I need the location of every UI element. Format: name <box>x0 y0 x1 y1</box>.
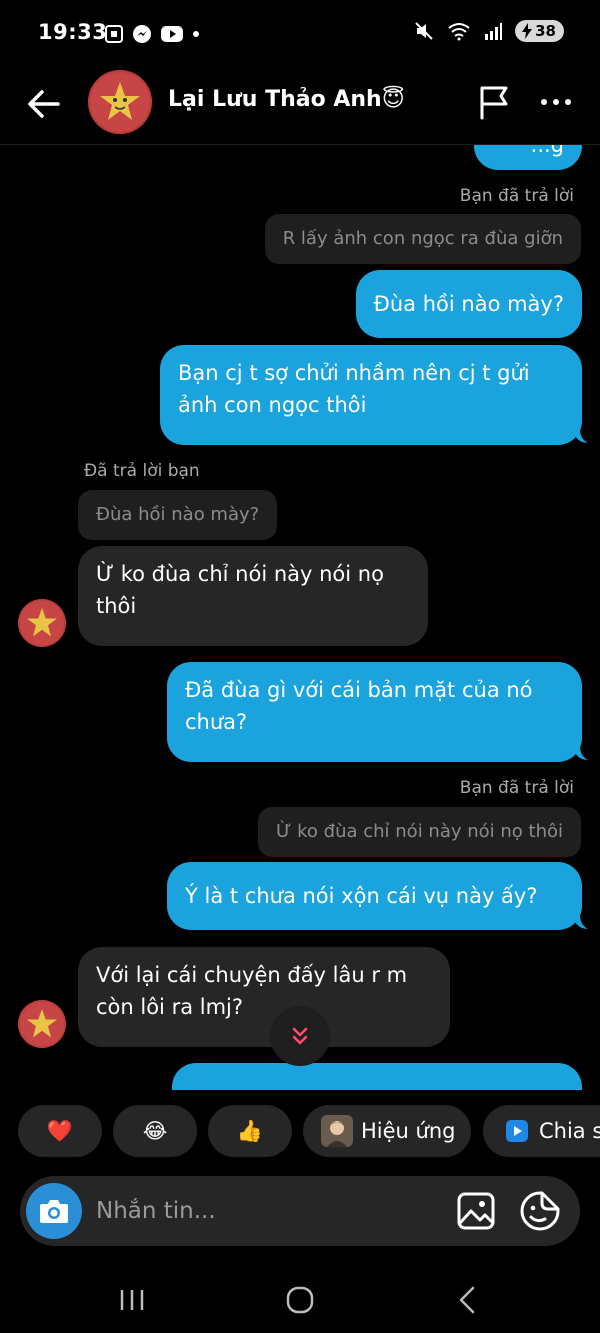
share-play-icon <box>506 1120 528 1142</box>
message-text: chưa? <box>185 710 248 734</box>
avatar-image <box>18 1000 66 1048</box>
outgoing-message-partial[interactable] <box>172 1063 582 1090</box>
youtube-icon <box>161 26 183 42</box>
chat-header: Lại Lưu Thảo Anh😇 <box>0 70 600 145</box>
thumbs-up-icon: 👍 <box>236 1118 264 1143</box>
message-text: Đã đùa gì với cái bản mặt của nó <box>185 678 533 702</box>
contact-avatar[interactable] <box>88 70 152 134</box>
thumbs-up-button[interactable]: 👍 <box>208 1105 292 1157</box>
reply-label: Bạn đã trả lời <box>459 778 574 798</box>
reply-quote[interactable]: Đùa hồi nào mày? <box>78 490 278 540</box>
outgoing-message[interactable]: Đùa hồi nào mày? <box>355 270 582 338</box>
effect-thumbnail-icon <box>321 1115 353 1147</box>
reply-quote[interactable]: Ừ ko đùa chỉ nói này nói nọ thôi <box>257 807 581 857</box>
message-text: Đùa hồi nào mày? <box>373 292 564 316</box>
reply-quote[interactable]: R lấy ảnh con ngọc ra đùa giỡn <box>264 214 581 264</box>
message-text: ảnh con ngọc thôi <box>178 393 367 417</box>
back-nav-icon[interactable] <box>448 1280 488 1320</box>
laugh-reaction-button[interactable]: 😂 <box>113 1105 197 1157</box>
camera-icon <box>40 1200 68 1223</box>
recent-apps-icon[interactable] <box>112 1280 152 1320</box>
system-icons: 38 <box>413 20 564 42</box>
heart-icon: ❤️ <box>46 1118 74 1143</box>
message-input[interactable] <box>96 1176 396 1246</box>
status-time: 19:33 <box>38 20 108 44</box>
quote-text: R lấy ảnh con ngọc ra đùa giỡn <box>282 228 563 249</box>
camera-button[interactable] <box>26 1183 82 1239</box>
outgoing-message[interactable]: Ý là t chưa nói xộn cái vụ này ấy? <box>167 862 582 930</box>
outgoing-message[interactable]: ...g <box>474 145 582 170</box>
outgoing-message[interactable]: Đã đùa gì với cái bản mặt của nó chưa? <box>167 662 582 762</box>
heart-reaction-button[interactable]: ❤️ <box>18 1105 102 1157</box>
notification-icons <box>104 24 200 44</box>
quote-text: Ừ ko đùa chỉ nói này nói nọ thôi <box>275 821 563 842</box>
gallery-icon[interactable] <box>454 1189 498 1233</box>
reply-label: Bạn đã trả lời <box>459 186 574 206</box>
system-navigation-bar <box>0 1262 600 1333</box>
back-arrow-icon[interactable] <box>22 82 66 126</box>
scroll-to-bottom-button[interactable] <box>270 1006 330 1066</box>
effects-label: Hiệu ứng <box>361 1119 456 1143</box>
more-options-icon[interactable] <box>536 82 576 122</box>
message-text: Ý là t chưa nói xộn cái vụ này ấy? <box>185 884 538 908</box>
bubble-tail <box>572 429 588 443</box>
mute-icon <box>415 22 433 40</box>
quick-reactions-bar: ❤️ 😂 👍 Hiệu ứng Chia s <box>0 1105 600 1161</box>
double-chevron-down-icon <box>292 1027 308 1045</box>
message-text: Bạn cj t sợ chửi nhầm nên cj t gửi <box>178 361 530 385</box>
message-text: thôi <box>96 594 137 618</box>
incoming-message[interactable]: Với lại cái chuyện đấy lâu r m còn lôi r… <box>78 947 450 1047</box>
flag-icon[interactable] <box>474 82 514 122</box>
message-list[interactable]: ...g Bạn đã trả lời R lấy ảnh con ngọc r… <box>0 145 600 1090</box>
bubble-tail <box>572 915 588 929</box>
share-label: Chia s <box>539 1119 600 1143</box>
charging-icon <box>522 23 533 39</box>
share-button[interactable]: Chia s <box>483 1105 600 1157</box>
avatar-image <box>88 70 152 134</box>
dot-icon <box>193 31 199 37</box>
effects-button[interactable]: Hiệu ứng <box>303 1105 471 1157</box>
laugh-emoji-icon: 😂 <box>142 1119 168 1143</box>
message-text: còn lôi ra lmj? <box>96 995 244 1019</box>
signal-icon <box>485 23 503 40</box>
message-text: Ừ ko đùa chỉ nói này nói nọ <box>96 562 384 586</box>
sender-avatar[interactable] <box>18 1000 66 1048</box>
bubble-tail <box>572 746 588 760</box>
reply-label: Đã trả lời bạn <box>84 461 200 481</box>
quote-text: Đùa hồi nào mày? <box>96 504 260 525</box>
battery-level: 38 <box>535 22 556 40</box>
message-text: ...g <box>530 145 564 157</box>
battery-indicator: 38 <box>515 20 564 42</box>
contact-name[interactable]: Lại Lưu Thảo Anh😇 <box>168 87 405 112</box>
messenger-icon <box>133 25 151 43</box>
message-text: Với lại cái chuyện đấy lâu r m <box>96 963 408 987</box>
incoming-message[interactable]: Ừ ko đùa chỉ nói này nói nọ thôi <box>78 546 428 646</box>
wifi-icon <box>448 23 470 41</box>
sender-avatar[interactable] <box>18 599 66 647</box>
avatar-image <box>18 599 66 647</box>
screenshot-icon <box>105 25 123 43</box>
home-icon[interactable] <box>280 1280 320 1320</box>
status-bar: 19:33 38 <box>0 0 600 70</box>
message-composer <box>20 1176 580 1246</box>
outgoing-message[interactable]: Bạn cj t sợ chửi nhầm nên cj t gửi ảnh c… <box>160 345 582 445</box>
sticker-icon[interactable] <box>518 1189 562 1233</box>
